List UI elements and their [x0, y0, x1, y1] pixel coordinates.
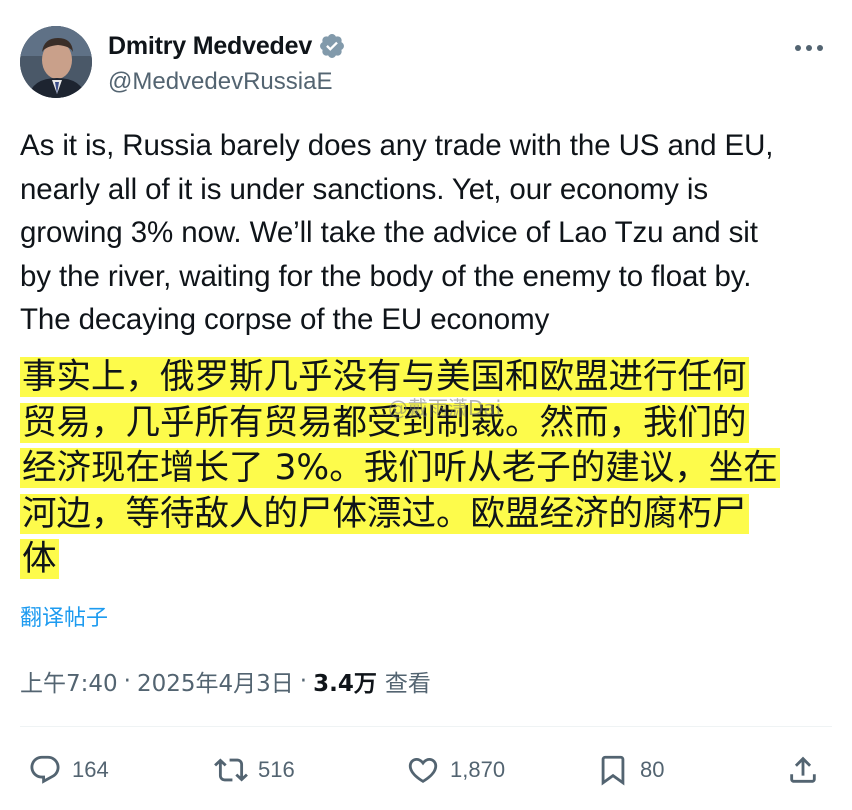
- tweet-time[interactable]: 上午7:40: [20, 664, 118, 698]
- bookmark-count: 80: [640, 757, 665, 782]
- divider: [20, 726, 832, 727]
- bookmark-button[interactable]: 80: [596, 748, 664, 792]
- tweet-line: The decaying corpse of the EU economy: [20, 303, 550, 336]
- translation-line: 体: [20, 539, 59, 579]
- profile-photo: [20, 26, 92, 98]
- share-icon: [790, 756, 816, 783]
- tweet-line: As it is, Russia barely does any trade w…: [20, 129, 774, 162]
- share-button[interactable]: [786, 748, 820, 792]
- watermark: @戴雨潇Dai: [388, 396, 502, 420]
- retweet-icon: [214, 758, 248, 782]
- heart-icon: [408, 757, 438, 783]
- bookmark-icon: [601, 755, 625, 786]
- author-names: Dmitry Medvedev @MedvedevRussiaE: [108, 30, 346, 96]
- tweet-line: by the river, waiting for the body of th…: [20, 259, 752, 293]
- retweet-count: 516: [258, 757, 295, 782]
- meta-separator: ·: [123, 668, 131, 694]
- translation-line: 河边，等待敌人的尸体漂过。欧盟经济的腐朽尸: [20, 493, 749, 534]
- meta-separator: ·: [299, 668, 308, 694]
- translate-post-link[interactable]: 翻译帖子: [20, 600, 108, 632]
- like-count: 1,870: [450, 757, 506, 782]
- reply-count: 164: [72, 757, 109, 782]
- like-button[interactable]: 1,870: [406, 748, 505, 792]
- reply-icon: [30, 755, 60, 784]
- views-label: 查看: [384, 671, 431, 697]
- tweet-line: nearly all of it is under sanctions. Yet…: [20, 172, 709, 206]
- display-name[interactable]: Dmitry Medvedev: [108, 32, 312, 61]
- translation-line: 贸易，几乎所有贸易都受到制裁。然而，我们的: [20, 402, 749, 443]
- retweet-button[interactable]: 516: [214, 748, 295, 792]
- more-options-icon[interactable]: [792, 34, 826, 62]
- verified-badge-icon: [318, 32, 346, 60]
- translation-line: 事实上，俄罗斯几乎没有与美国和欧盟进行任何: [20, 357, 749, 397]
- tweet-text: As it is, Russia barely does any trade w…: [20, 124, 832, 342]
- avatar[interactable]: [20, 26, 92, 98]
- tweet-date[interactable]: 2025年4月3日: [137, 664, 294, 698]
- tweet-header: Dmitry Medvedev @MedvedevRussiaE: [20, 26, 832, 100]
- action-bar: 164 516 1,870 80: [20, 748, 832, 796]
- tweet-meta: 上午7:40 · 2025年4月3日 · 3.4万 查看: [20, 664, 431, 698]
- tweet-line: growing 3% now. We’ll take the advice of…: [20, 216, 758, 249]
- chinese-translation-overlay: 事实上，俄罗斯几乎没有与美国和欧盟进行任何 贸易，几乎所有贸易都受到制裁。然而，…: [20, 355, 832, 583]
- views-count[interactable]: 3.4万: [313, 664, 377, 698]
- translation-line: 经济现在增长了 3%。我们听从老子的建议，坐在: [20, 448, 780, 488]
- reply-button[interactable]: 164: [28, 748, 109, 792]
- handle[interactable]: @MedvedevRussiaE: [108, 68, 346, 96]
